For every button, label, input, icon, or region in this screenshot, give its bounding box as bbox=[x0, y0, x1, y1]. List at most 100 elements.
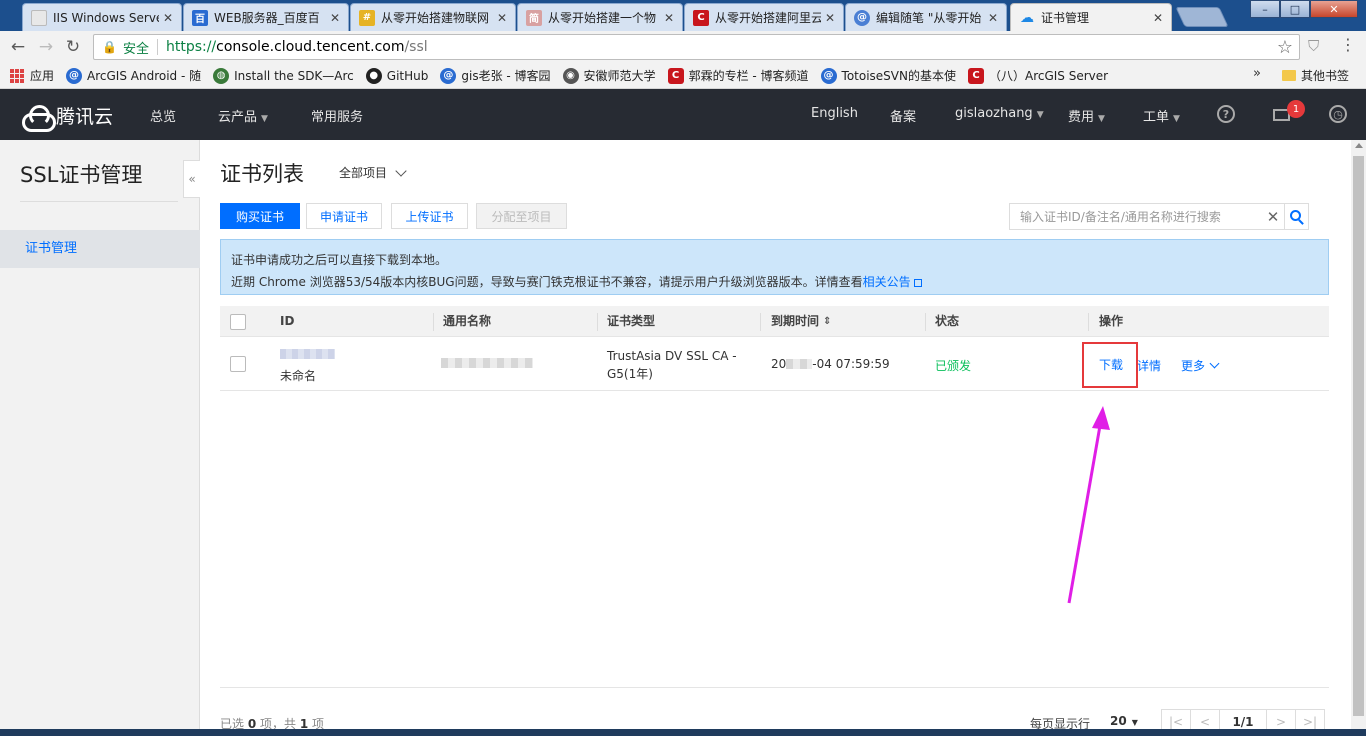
scroll-up-arrow-icon[interactable] bbox=[1355, 143, 1363, 148]
nav-overview[interactable]: 总览 bbox=[150, 106, 176, 125]
nav-products[interactable]: 云产品 ▼ bbox=[218, 106, 268, 125]
bookmark-item[interactable]: @ gis老张 - 博客园 bbox=[440, 67, 551, 84]
close-tab-icon[interactable]: ✕ bbox=[497, 11, 507, 25]
select-all-checkbox[interactable] bbox=[230, 314, 246, 330]
scrollbar-thumb[interactable] bbox=[1353, 156, 1364, 716]
new-tab-button[interactable] bbox=[1175, 7, 1229, 27]
page-scrollbar[interactable] bbox=[1351, 140, 1366, 736]
bookmark-item[interactable]: @ ArcGIS Android - 随 bbox=[66, 67, 201, 84]
other-bookmarks-folder[interactable]: 其他书签 bbox=[1282, 67, 1349, 84]
brand-name: 腾讯云 bbox=[56, 106, 114, 128]
column-divider bbox=[597, 313, 598, 331]
billing-menu[interactable]: 费用 ▼ bbox=[1068, 106, 1105, 125]
search-button[interactable] bbox=[1284, 204, 1308, 229]
main-content: 证书列表 全部项目 购买证书 申请证书 上传证书 分配至项目 ✕ 证书申请成功之… bbox=[201, 140, 1351, 736]
assign-to-project-button[interactable]: 分配至项目 bbox=[476, 203, 567, 229]
browser-tab[interactable]: 简 从零开始搭建一个物 ✕ bbox=[517, 3, 683, 31]
tencent-cloud-logo[interactable]: 腾讯云 bbox=[20, 102, 114, 132]
user-menu[interactable]: gislaozhang ▼ bbox=[955, 106, 1044, 121]
bookmark-item[interactable]: @ TotoiseSVN的基本使 bbox=[820, 67, 956, 84]
divider bbox=[20, 201, 178, 202]
buy-certificate-button[interactable]: 购买证书 bbox=[220, 203, 300, 229]
apply-certificate-button[interactable]: 申请证书 bbox=[306, 203, 382, 229]
more-actions-dropdown[interactable]: 更多 bbox=[1181, 357, 1220, 374]
university-seal-icon: ◉ bbox=[562, 67, 579, 84]
cert-id-redacted[interactable] bbox=[280, 348, 335, 362]
secure-label: 安全 bbox=[122, 41, 149, 57]
maximize-button[interactable]: □ bbox=[1280, 0, 1310, 18]
browser-tab[interactable]: IIS Windows Serve ✕ bbox=[22, 3, 182, 31]
caret-down-icon: ▼ bbox=[1098, 114, 1105, 124]
info-notice: 证书申请成功之后可以直接下载到本地。 近期 Chrome 浏览器53/54版本内… bbox=[220, 239, 1329, 295]
download-highlight-annotation bbox=[1082, 342, 1138, 388]
browser-menu-icon[interactable]: ⋮ bbox=[1340, 35, 1356, 54]
caret-down-icon: ▼ bbox=[1036, 110, 1044, 120]
external-link-icon bbox=[913, 279, 922, 287]
icp-filing-link[interactable]: 备案 bbox=[890, 106, 916, 125]
cnblogs-icon: @ bbox=[66, 67, 83, 84]
column-header-expiry[interactable]: 到期时间 ⇕ bbox=[771, 306, 831, 337]
close-tab-icon[interactable]: ✕ bbox=[988, 11, 998, 25]
upload-certificate-button[interactable]: 上传证书 bbox=[391, 203, 468, 229]
browser-tab[interactable]: @ 编辑随笔 "从零开始 ✕ bbox=[845, 3, 1007, 31]
bookmark-item[interactable]: ● GitHub bbox=[365, 67, 428, 84]
caret-down-icon: ▼ bbox=[261, 114, 268, 124]
common-name-redacted bbox=[441, 357, 533, 371]
clock-icon[interactable]: ◷ bbox=[1329, 105, 1347, 123]
cert-type: TrustAsia DV SSL CA - G5(1年) bbox=[607, 349, 737, 381]
bookmark-star-icon[interactable]: ☆ bbox=[1277, 37, 1293, 58]
browser-tab[interactable]: # 从零开始搭建物联网 ✕ bbox=[350, 3, 516, 31]
certificate-table: ID 通用名称 证书类型 到期时间 ⇕ 状态 操作 未命名 TrustAsia D… bbox=[220, 306, 1329, 391]
row-checkbox[interactable] bbox=[230, 356, 246, 372]
back-arrow-icon[interactable]: ← bbox=[8, 37, 28, 57]
sidebar-title: SSL证书管理 bbox=[20, 163, 143, 187]
browser-tab[interactable]: C 从零开始搭建阿里云 ✕ bbox=[684, 3, 844, 31]
close-tab-icon[interactable]: ✕ bbox=[330, 11, 340, 25]
browser-tab-active[interactable]: ☁ 证书管理 ✕ bbox=[1010, 3, 1172, 31]
page-size-select[interactable]: 20 ▼ bbox=[1110, 714, 1138, 728]
ticket-menu[interactable]: 工单 ▼ bbox=[1143, 106, 1180, 125]
bookmark-item[interactable]: ◍ Install the SDK—Arc bbox=[213, 67, 354, 84]
globe-icon: ◍ bbox=[213, 67, 230, 84]
project-filter-dropdown[interactable]: 全部项目 bbox=[339, 164, 407, 181]
nav-common-services[interactable]: 常用服务 bbox=[311, 106, 363, 125]
browser-toolbar: ← → ↻ 🔒 安全 https://console.cloud.tencent… bbox=[0, 31, 1366, 63]
cloud-logo-icon bbox=[20, 104, 56, 132]
divider bbox=[156, 39, 158, 55]
bookmark-item[interactable]: C 郭霖的专栏 - 博客频道 bbox=[667, 67, 809, 84]
forward-arrow-icon[interactable]: → bbox=[36, 37, 56, 57]
bookmark-item[interactable]: ◉ 安徽师范大学 bbox=[562, 67, 656, 84]
close-tab-icon[interactable]: ✕ bbox=[664, 11, 674, 25]
clear-search-icon[interactable]: ✕ bbox=[1262, 208, 1284, 226]
close-window-button[interactable]: ✕ bbox=[1310, 0, 1358, 18]
close-tab-icon[interactable]: ✕ bbox=[825, 11, 835, 25]
address-bar[interactable]: 🔒 安全 https://console.cloud.tencent.com/s… bbox=[93, 34, 1300, 60]
cnblogs-icon: @ bbox=[854, 9, 870, 26]
message-count-badge: 1 bbox=[1287, 100, 1305, 118]
reload-icon[interactable]: ↻ bbox=[63, 37, 83, 57]
collapse-sidebar-icon[interactable]: « bbox=[183, 160, 200, 198]
url-protocol: https:// bbox=[165, 39, 217, 55]
related-announcement-link[interactable]: 相关公告 bbox=[863, 275, 911, 289]
search-icon bbox=[1290, 210, 1301, 221]
bookmark-item[interactable]: C （八）ArcGIS Server bbox=[967, 67, 1108, 84]
bookmark-apps[interactable]: 应用 bbox=[10, 67, 54, 84]
language-switch[interactable]: English bbox=[811, 106, 858, 121]
sort-icon: ⇕ bbox=[823, 316, 832, 327]
browser-tab[interactable]: 百 WEB服务器_百度百 ✕ bbox=[183, 3, 349, 31]
close-tab-icon[interactable]: ✕ bbox=[163, 11, 173, 25]
caret-down-icon: ▼ bbox=[1131, 718, 1138, 727]
cert-remark: 未命名 bbox=[280, 369, 317, 383]
url-host: console.cloud.tencent.com bbox=[216, 39, 405, 55]
help-icon[interactable]: ? bbox=[1217, 105, 1235, 123]
notice-line: 证书申请成功之后可以直接下载到本地。 bbox=[231, 253, 448, 267]
minimize-button[interactable]: – bbox=[1250, 0, 1280, 18]
detail-button[interactable]: 详情 bbox=[1137, 357, 1161, 374]
page-icon bbox=[31, 9, 47, 26]
apps-grid-icon bbox=[10, 68, 24, 83]
shield-extension-icon[interactable]: ⛉ bbox=[1308, 37, 1319, 55]
bookmarks-overflow-icon[interactable]: » bbox=[1253, 66, 1261, 81]
search-input[interactable] bbox=[1010, 204, 1262, 229]
close-tab-icon[interactable]: ✕ bbox=[1153, 11, 1163, 25]
sidebar-item-cert-management[interactable]: 证书管理 bbox=[0, 230, 200, 268]
